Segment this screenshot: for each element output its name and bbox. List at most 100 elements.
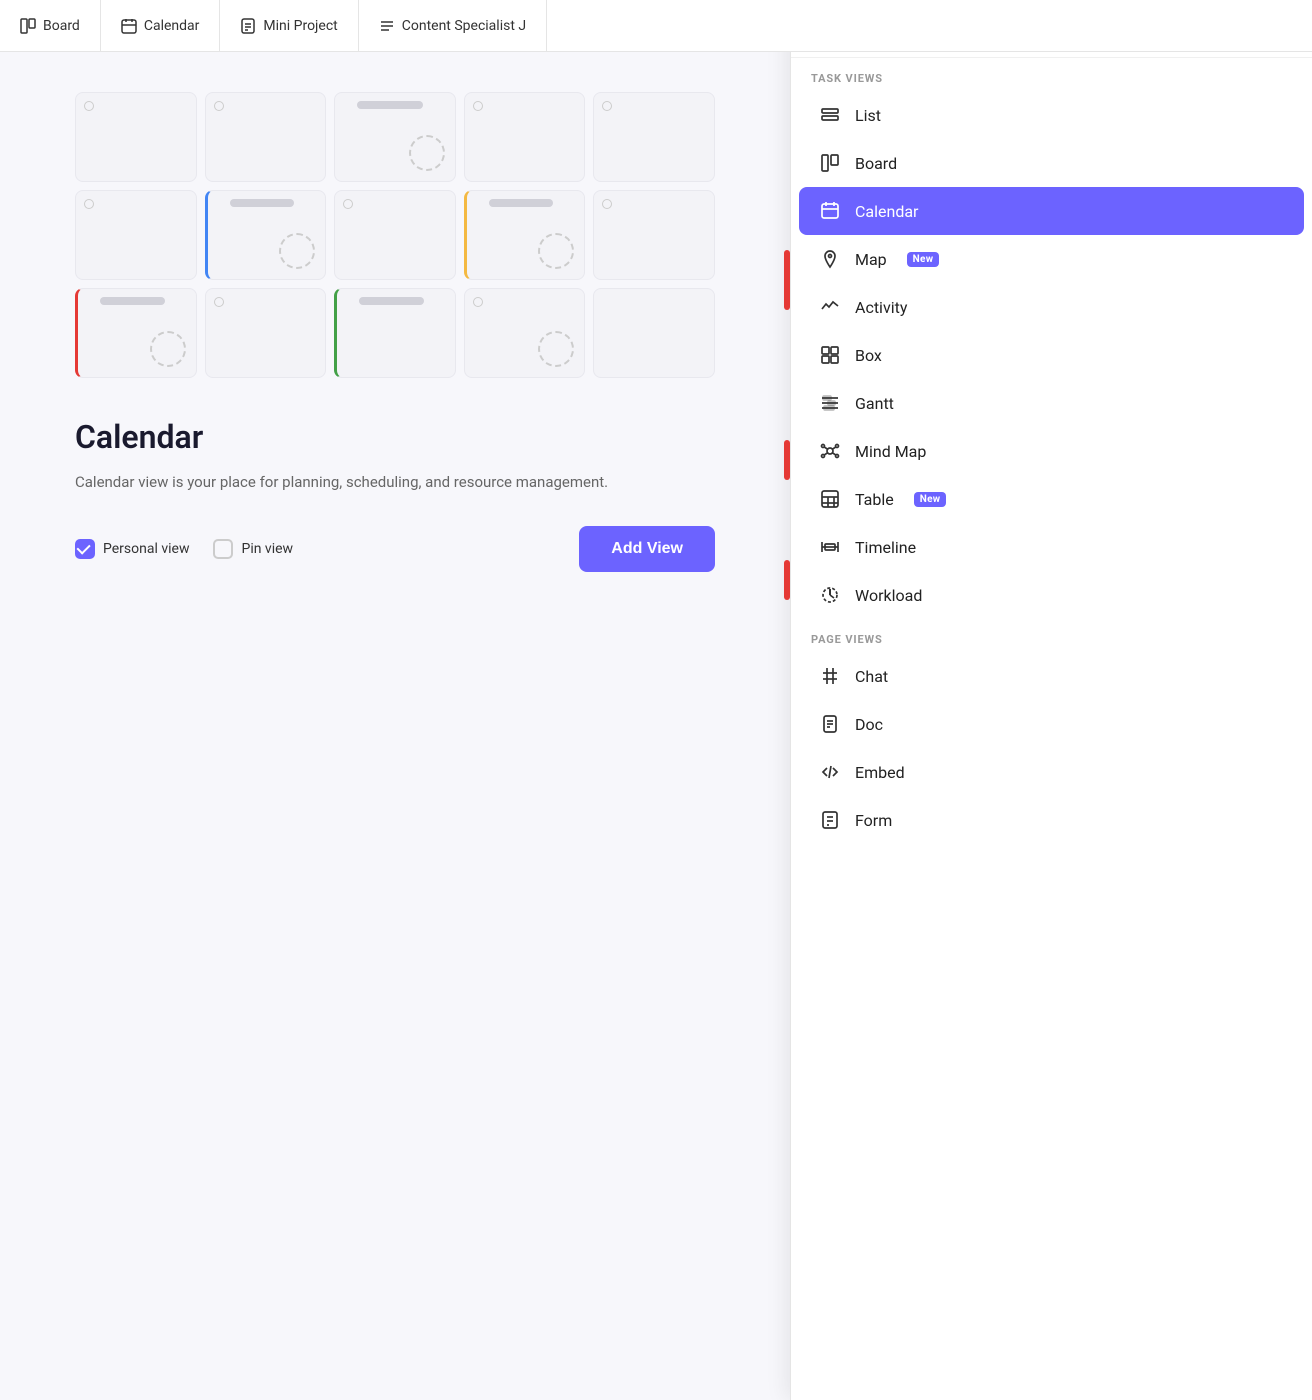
timeline-icon bbox=[819, 537, 841, 557]
map-badge: New bbox=[907, 252, 940, 267]
pin-view-group[interactable]: Pin view bbox=[213, 539, 293, 559]
mind-map-label: Mind Map bbox=[855, 442, 926, 461]
cal-dot bbox=[84, 101, 94, 111]
cal-circle bbox=[279, 233, 315, 269]
menu-item-mind-map[interactable]: Mind Map bbox=[799, 427, 1304, 475]
cal-dot bbox=[473, 297, 483, 307]
board-menu-icon bbox=[819, 153, 841, 173]
calendar-icon-tab bbox=[121, 18, 137, 34]
tab-calendar[interactable]: Calendar bbox=[101, 0, 221, 51]
embed-icon bbox=[819, 762, 841, 782]
hash-icon bbox=[819, 666, 841, 686]
cal-cell-12 bbox=[205, 288, 327, 378]
cal-dot bbox=[343, 199, 353, 209]
menu-item-chat[interactable]: Chat bbox=[799, 652, 1304, 700]
personal-view-label: Personal view bbox=[103, 541, 189, 557]
doc-icon bbox=[819, 714, 841, 734]
cal-dot bbox=[602, 101, 612, 111]
cal-cell-11 bbox=[75, 288, 197, 378]
add-view-button[interactable]: Add View bbox=[579, 526, 715, 572]
cal-cell-4 bbox=[464, 92, 586, 182]
menu-item-list[interactable]: List bbox=[799, 91, 1304, 139]
workload-icon bbox=[819, 585, 841, 605]
gantt-icon bbox=[819, 393, 841, 413]
cal-bar bbox=[100, 297, 165, 305]
box-icon bbox=[819, 345, 841, 365]
cal-dot bbox=[214, 101, 224, 111]
cal-bar bbox=[359, 297, 424, 305]
table-icon bbox=[819, 489, 841, 509]
personal-view-checkbox[interactable] bbox=[75, 539, 95, 559]
menu-item-form[interactable]: Form bbox=[799, 796, 1304, 844]
cal-cell-10 bbox=[593, 190, 715, 280]
tab-mini-project-label: Mini Project bbox=[263, 18, 337, 34]
list-label: List bbox=[855, 106, 881, 125]
calendar-actions: Personal view Pin view Add View bbox=[75, 526, 715, 572]
cal-cell-7 bbox=[205, 190, 327, 280]
mind-map-icon bbox=[819, 441, 841, 461]
map-label: Map bbox=[855, 250, 887, 269]
cal-circle bbox=[538, 331, 574, 367]
cal-bar bbox=[489, 199, 554, 207]
document-icon-tab bbox=[240, 18, 256, 34]
pin-view-checkbox[interactable] bbox=[213, 539, 233, 559]
activity-label: Activity bbox=[855, 298, 907, 317]
timeline-label: Timeline bbox=[855, 538, 916, 557]
lines-icon-tab bbox=[379, 18, 395, 34]
cal-circle bbox=[409, 135, 445, 171]
cal-bar bbox=[357, 101, 423, 109]
menu-item-activity[interactable]: Activity bbox=[799, 283, 1304, 331]
menu-item-doc[interactable]: Doc bbox=[799, 700, 1304, 748]
cal-cell-9 bbox=[464, 190, 586, 280]
menu-item-workload[interactable]: Workload bbox=[799, 571, 1304, 619]
table-label: Table bbox=[855, 490, 894, 509]
pin-view-label: Pin view bbox=[241, 541, 293, 557]
cal-cell-15 bbox=[593, 288, 715, 378]
cal-dot bbox=[84, 199, 94, 209]
calendar-info: Calendar Calendar view is your place for… bbox=[75, 418, 715, 572]
cal-cell-3 bbox=[334, 92, 456, 182]
activity-icon bbox=[819, 297, 841, 317]
view-selector-panel: TASK VIEWS List Board bbox=[790, 0, 1312, 1400]
menu-item-timeline[interactable]: Timeline bbox=[799, 523, 1304, 571]
table-badge: New bbox=[914, 492, 947, 507]
tab-calendar-label: Calendar bbox=[144, 18, 200, 34]
cal-dot bbox=[602, 199, 612, 209]
main-content: Calendar Calendar view is your place for… bbox=[0, 52, 790, 1400]
calendar-preview-grid bbox=[75, 92, 715, 378]
calendar-title: Calendar bbox=[75, 418, 715, 456]
cal-cell-1 bbox=[75, 92, 197, 182]
list-icon bbox=[819, 105, 841, 125]
menu-item-calendar[interactable]: Calendar bbox=[799, 187, 1304, 235]
tab-content-specialist-label: Content Specialist J bbox=[402, 18, 526, 34]
map-icon bbox=[819, 249, 841, 269]
cal-cell-2 bbox=[205, 92, 327, 182]
embed-label: Embed bbox=[855, 763, 905, 782]
menu-item-box[interactable]: Box bbox=[799, 331, 1304, 379]
personal-view-group[interactable]: Personal view bbox=[75, 539, 189, 559]
task-views-section-label: TASK VIEWS bbox=[791, 58, 1312, 91]
menu-item-board[interactable]: Board bbox=[799, 139, 1304, 187]
form-label: Form bbox=[855, 811, 892, 830]
menu-item-gantt[interactable]: Gantt bbox=[799, 379, 1304, 427]
cal-cell-14 bbox=[464, 288, 586, 378]
menu-item-embed[interactable]: Embed bbox=[799, 748, 1304, 796]
board-icon bbox=[20, 18, 36, 34]
menu-item-table[interactable]: Table New bbox=[799, 475, 1304, 523]
tab-bar: Board Calendar Mini Project Content Spec… bbox=[0, 0, 1312, 52]
cal-dot bbox=[473, 101, 483, 111]
calendar-menu-icon bbox=[819, 201, 841, 221]
workload-label: Workload bbox=[855, 586, 922, 605]
tab-mini-project[interactable]: Mini Project bbox=[220, 0, 358, 51]
chat-label: Chat bbox=[855, 667, 888, 686]
page-views-section-label: PAGE VIEWS bbox=[791, 619, 1312, 652]
tab-content-specialist[interactable]: Content Specialist J bbox=[359, 0, 547, 51]
tab-board[interactable]: Board bbox=[0, 0, 101, 51]
box-label: Box bbox=[855, 346, 882, 365]
calendar-description: Calendar view is your place for planning… bbox=[75, 470, 715, 494]
menu-item-map[interactable]: Map New bbox=[799, 235, 1304, 283]
tab-board-label: Board bbox=[43, 18, 80, 34]
cal-bar bbox=[230, 199, 295, 207]
cal-cell-6 bbox=[75, 190, 197, 280]
gantt-label: Gantt bbox=[855, 394, 894, 413]
